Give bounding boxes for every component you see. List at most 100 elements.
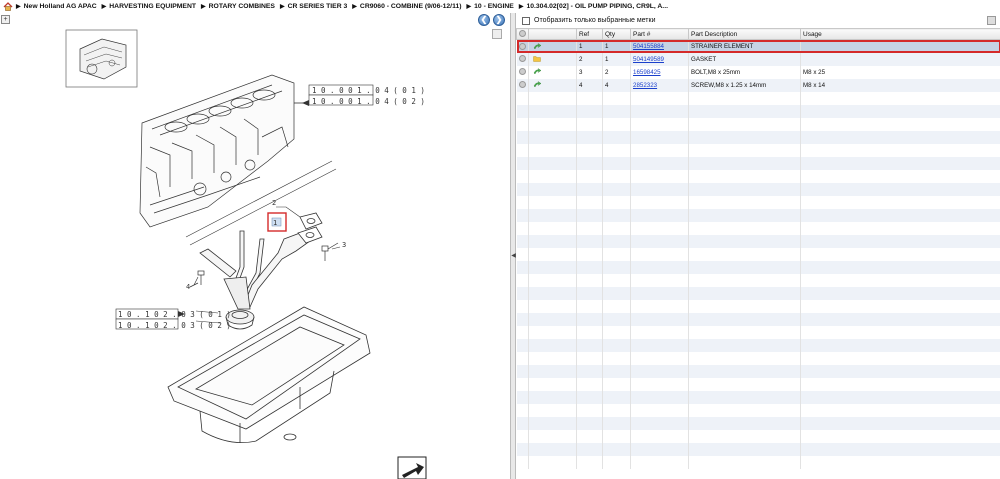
part-number-cell[interactable]: 16598425 bbox=[630, 65, 689, 79]
empty-row bbox=[516, 351, 1000, 365]
column-header-status[interactable] bbox=[516, 28, 529, 40]
empty-row bbox=[516, 156, 1000, 170]
empty-row bbox=[516, 416, 1000, 430]
export-icon[interactable] bbox=[397, 456, 427, 479]
exploded-parts-drawing: 1 0 . 0 0 1 . 0 4 ( 0 1 ) 1 0 . 0 0 1 . … bbox=[65, 29, 427, 479]
ref-cell: 1 bbox=[576, 39, 603, 53]
breadcrumb-item[interactable]: ▶ New Holland AG APAC bbox=[16, 3, 97, 10]
engine-thumbnail[interactable] bbox=[65, 29, 138, 88]
usage-cell: M8 x 14 bbox=[800, 78, 1000, 92]
column-header-part[interactable]: Part # bbox=[630, 28, 689, 40]
ref-label-2[interactable]: 2 bbox=[272, 199, 276, 207]
table-row[interactable]: 3 2 16598425 BOLT,M8 x 25mm M8 x 25 bbox=[516, 65, 1000, 79]
part-number-cell[interactable]: 2852323 bbox=[630, 78, 689, 92]
breadcrumb-item[interactable]: ▶ CR SERIES TIER 3 bbox=[280, 3, 347, 10]
parts-list-pane: Отобразить только выбранные метки Ref Qt… bbox=[516, 13, 1000, 479]
row-select-cell[interactable] bbox=[516, 78, 529, 92]
empty-row bbox=[516, 455, 1000, 469]
table-header-row: Ref Qty Part # Part Description Usage bbox=[516, 28, 1000, 40]
chevron-right-icon: ▶ bbox=[101, 4, 107, 10]
ref-cell: 4 bbox=[576, 78, 603, 92]
row-icon-cell bbox=[528, 65, 577, 79]
bolt-part[interactable] bbox=[321, 242, 339, 261]
yellow-folder-icon[interactable] bbox=[533, 55, 541, 63]
breadcrumb-link[interactable]: 10.304.02[02] - OIL PUMP PIPING, CR9L, A… bbox=[526, 3, 668, 10]
description-cell: BOLT,M8 x 25mm bbox=[688, 65, 801, 79]
column-header-description[interactable]: Part Description bbox=[688, 28, 801, 40]
previous-page-button[interactable]: ❮ bbox=[478, 14, 490, 26]
breadcrumb-link[interactable]: New Holland AG APAC bbox=[24, 3, 97, 10]
group-label-top-b[interactable]: 1 0 . 0 0 1 . 0 4 ( 0 2 ) bbox=[312, 97, 425, 106]
column-header-icon bbox=[528, 28, 577, 40]
row-status-icon[interactable] bbox=[518, 68, 526, 76]
table-row[interactable]: 4 4 2852323 SCREW,M8 x 1.25 x 14mm M8 x 14 bbox=[516, 78, 1000, 92]
row-status-icon[interactable] bbox=[518, 42, 526, 50]
breadcrumb-item[interactable]: ▶ ROTARY COMBINES bbox=[201, 3, 275, 10]
green-arrow-icon[interactable] bbox=[533, 68, 542, 75]
group-label-mid-a[interactable]: 1 0 . 1 0 2 . 0 3 ( 0 1 ) bbox=[118, 310, 231, 319]
chevron-right-icon: ▶ bbox=[16, 4, 21, 10]
part-number-link[interactable]: 504149589 bbox=[633, 56, 664, 63]
green-arrow-icon[interactable] bbox=[533, 43, 542, 50]
breadcrumb-link[interactable]: CR9060 - COMBINE (9/06-12/11) bbox=[360, 3, 462, 10]
empty-row bbox=[516, 208, 1000, 222]
group-label-top-a[interactable]: 1 0 . 0 0 1 . 0 4 ( 0 1 ) bbox=[312, 86, 425, 95]
next-page-button[interactable]: ❯ bbox=[493, 14, 505, 26]
usage-cell bbox=[800, 52, 1000, 66]
chevron-right-icon: ▶ bbox=[466, 4, 472, 10]
row-select-cell[interactable] bbox=[516, 52, 529, 66]
breadcrumb-link[interactable]: ROTARY COMBINES bbox=[209, 3, 275, 10]
part-number-cell[interactable]: 504155884 bbox=[630, 39, 689, 53]
row-icon-cell bbox=[528, 52, 577, 66]
part-number-link[interactable]: 2852323 bbox=[633, 82, 657, 89]
breadcrumb-item[interactable]: ▶ 10 - ENGINE bbox=[467, 3, 514, 10]
column-header-usage[interactable]: Usage bbox=[800, 28, 1000, 40]
table-row[interactable]: 2 1 504149589 GASKET bbox=[516, 52, 1000, 66]
green-arrow-icon[interactable] bbox=[533, 81, 542, 88]
filter-bar: Отобразить только выбранные метки bbox=[516, 13, 1000, 28]
column-header-ref[interactable]: Ref bbox=[576, 28, 603, 40]
chevron-right-icon: ▶ bbox=[352, 4, 357, 10]
ref-cell: 3 bbox=[576, 65, 603, 79]
show-selected-only-checkbox[interactable] bbox=[522, 16, 530, 25]
breadcrumb-link[interactable]: CR SERIES TIER 3 bbox=[288, 3, 348, 10]
expand-icon[interactable]: + bbox=[1, 15, 10, 24]
breadcrumb-link[interactable]: 10 - ENGINE bbox=[474, 3, 514, 10]
empty-row bbox=[516, 195, 1000, 209]
usage-cell: M8 x 25 bbox=[800, 65, 1000, 79]
row-select-cell[interactable] bbox=[516, 39, 529, 53]
ref-label-3[interactable]: 3 bbox=[342, 241, 346, 249]
row-select-cell[interactable] bbox=[516, 65, 529, 79]
parts-table: Ref Qty Part # Part Description Usage 1 1… bbox=[516, 28, 1000, 469]
row-status-icon[interactable] bbox=[518, 55, 526, 63]
part-number-cell[interactable]: 504149589 bbox=[630, 52, 689, 66]
empty-row bbox=[516, 91, 1000, 105]
show-selected-only-label[interactable]: Отобразить только выбранные метки bbox=[534, 17, 655, 24]
empty-row bbox=[516, 429, 1000, 443]
breadcrumb-item[interactable]: ▶ 10.304.02[02] - OIL PUMP PIPING, CR9L, … bbox=[519, 3, 668, 10]
part-number-link[interactable]: 16598425 bbox=[633, 69, 661, 76]
column-header-qty[interactable]: Qty bbox=[602, 28, 631, 40]
empty-row bbox=[516, 325, 1000, 339]
part-number-link[interactable]: 504155884 bbox=[633, 43, 664, 50]
table-row[interactable]: 1 1 504155884 STRAINER ELEMENT bbox=[516, 39, 1000, 53]
empty-row bbox=[516, 299, 1000, 313]
ref-label-1[interactable]: 1 bbox=[273, 219, 277, 227]
breadcrumb-link[interactable]: HARVESTING EQUIPMENT bbox=[109, 3, 196, 10]
breadcrumb-item[interactable]: ▶ HARVESTING EQUIPMENT bbox=[102, 3, 196, 10]
empty-row bbox=[516, 364, 1000, 378]
empty-row bbox=[516, 234, 1000, 248]
empty-row bbox=[516, 390, 1000, 404]
row-icon-cell bbox=[528, 39, 577, 53]
breadcrumb-item[interactable]: ▶ CR9060 - COMBINE (9/06-12/11) bbox=[352, 3, 461, 10]
usage-cell bbox=[800, 39, 1000, 53]
home-icon[interactable] bbox=[3, 2, 13, 11]
row-status-icon[interactable] bbox=[518, 81, 526, 89]
print-icon[interactable] bbox=[987, 16, 996, 25]
empty-row bbox=[516, 403, 1000, 417]
empty-row bbox=[516, 117, 1000, 131]
empty-row bbox=[516, 442, 1000, 456]
empty-row bbox=[516, 104, 1000, 118]
ref-label-4[interactable]: 4 bbox=[186, 283, 190, 291]
group-label-mid-b[interactable]: 1 0 . 1 0 2 . 0 3 ( 0 2 ) bbox=[118, 321, 231, 330]
